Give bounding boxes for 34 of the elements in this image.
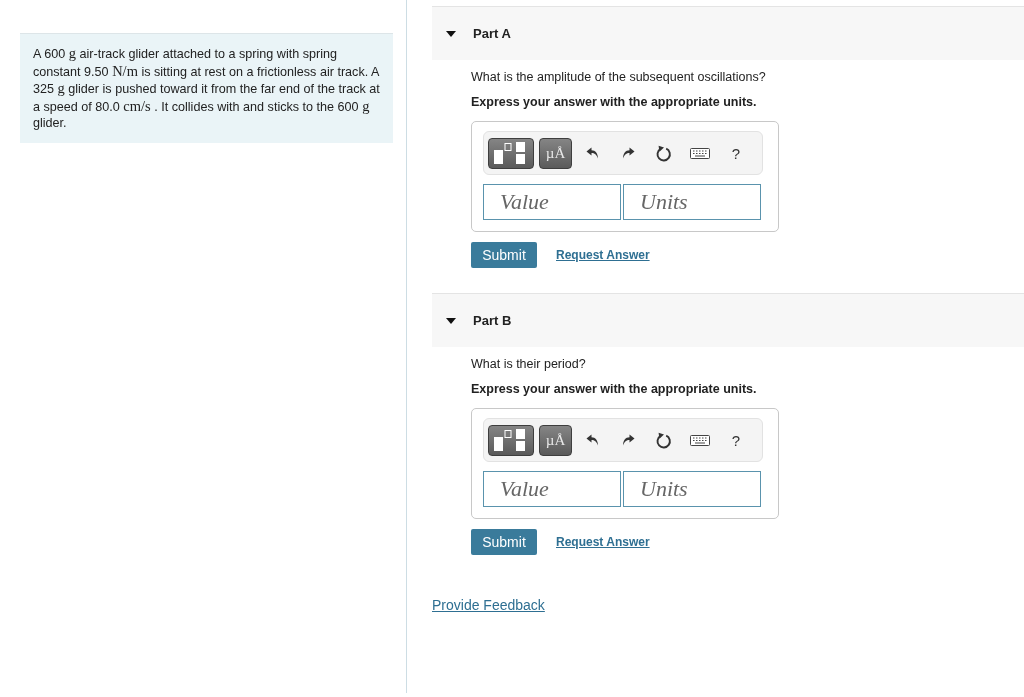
submit-button[interactable]: Submit (471, 529, 537, 555)
provide-feedback-link[interactable]: Provide Feedback (432, 597, 545, 613)
reset-icon (656, 144, 672, 162)
problem-text: A 600 g air-track glider attached to a spring with spring constant 9.50 N/m is sitting at rest on a frictionless air track. A 325 g glider is pushed toward it from the far end of the track at a speed of 80.0 cm/s . It collides with and sticks to the 600 g glider. (33, 45, 381, 132)
question-text: What is their period? (471, 356, 587, 372)
units-button[interactable]: µÅ (539, 137, 572, 169)
request-answer-link[interactable]: Request Answer (556, 535, 650, 549)
help-button[interactable]: ? (718, 424, 754, 456)
redo-icon (621, 434, 635, 446)
reset-icon (656, 431, 672, 449)
units-field[interactable]: Units (623, 471, 761, 507)
instruction-text: Express your answer with the appropriate units. (471, 94, 758, 110)
value-field[interactable]: Value (483, 184, 621, 220)
part-title: Part B (473, 313, 512, 328)
units-button[interactable]: µÅ (539, 424, 572, 456)
keyboard-icon (690, 434, 710, 446)
redo-icon (621, 147, 635, 159)
part-title: Part A (473, 26, 511, 41)
undo-icon (585, 147, 599, 159)
part-header[interactable]: Part B (432, 293, 1024, 347)
value-field[interactable]: Value (483, 471, 621, 507)
question-text: What is the amplitude of the subsequent oscillations? (471, 69, 767, 85)
units-field[interactable]: Units (623, 184, 761, 220)
templates-button[interactable] (488, 424, 534, 456)
keyboard-icon (690, 147, 710, 159)
fraction-template-icon (494, 429, 528, 451)
fraction-template-icon (494, 142, 528, 164)
submit-button[interactable]: Submit (471, 242, 537, 268)
part-header[interactable]: Part A (432, 6, 1024, 60)
instruction-text: Express your answer with the appropriate units. (471, 381, 758, 397)
request-answer-link[interactable]: Request Answer (556, 248, 650, 262)
help-button[interactable]: ? (718, 137, 754, 169)
templates-button[interactable] (488, 137, 534, 169)
undo-icon (585, 434, 599, 446)
